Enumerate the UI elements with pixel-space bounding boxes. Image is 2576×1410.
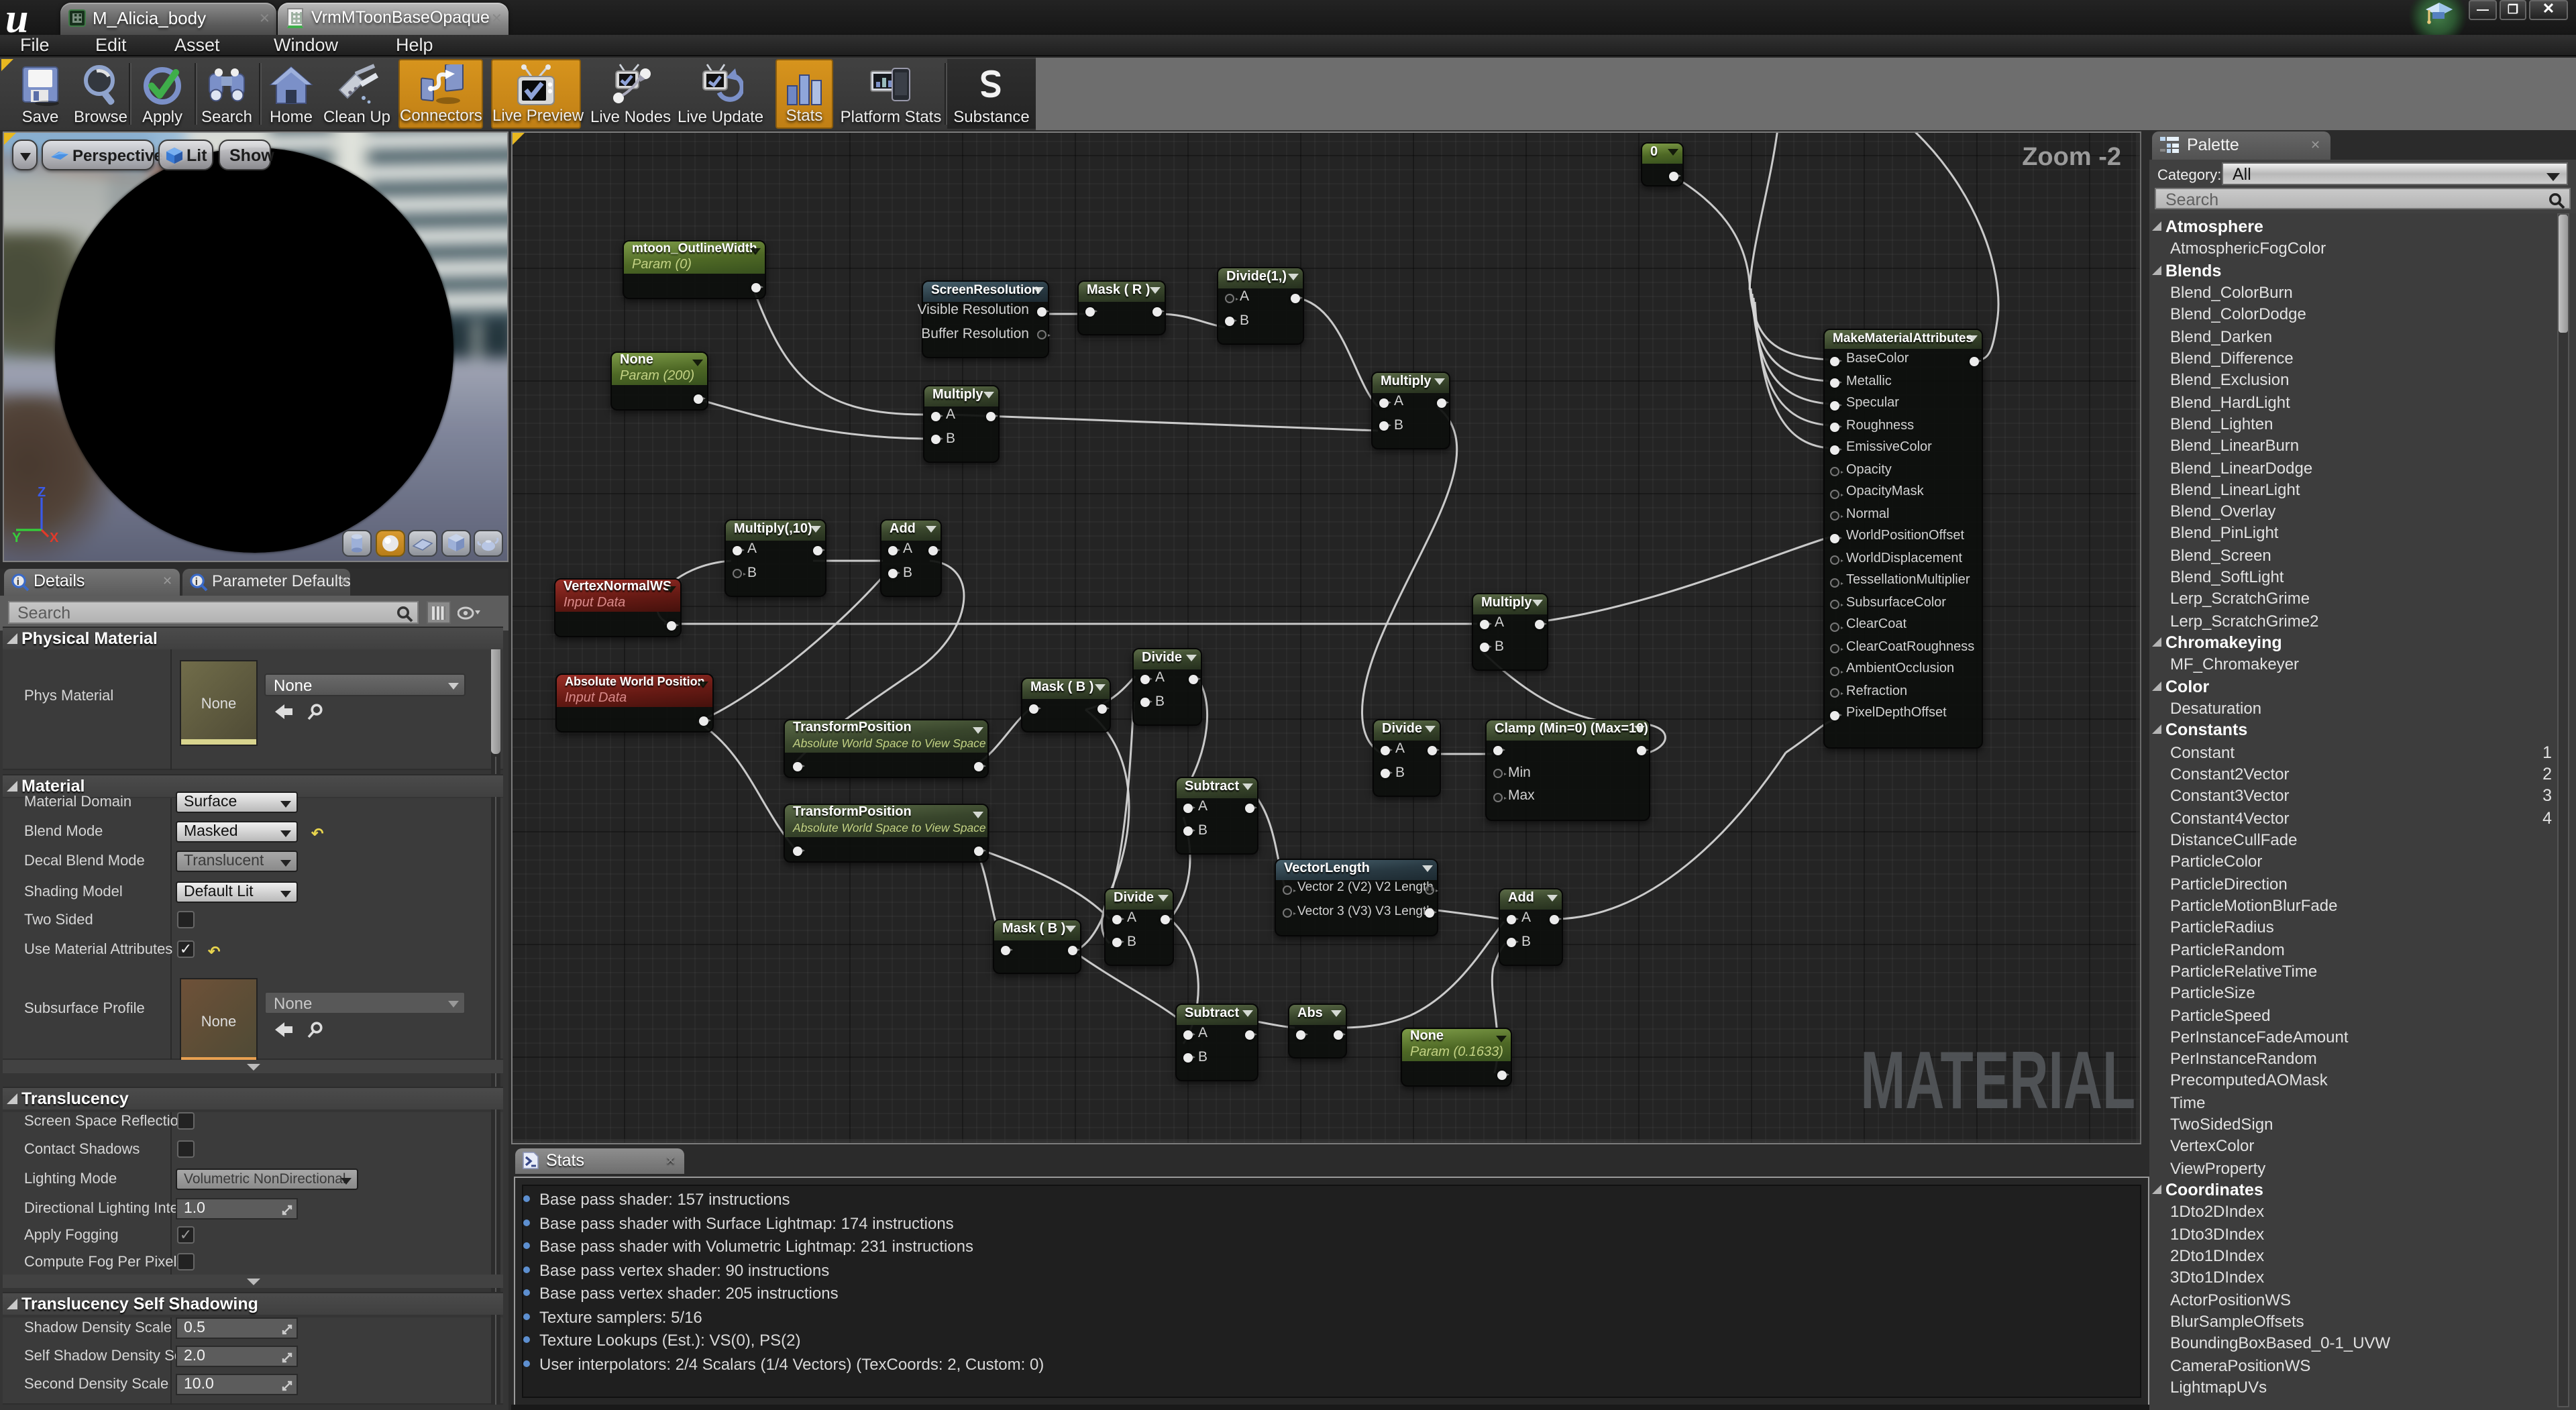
svg-text:i: i [195, 576, 198, 588]
svg-text:u: u [5, 0, 28, 35]
svg-text:X: X [50, 531, 59, 543]
svg-text:Y: Y [12, 531, 21, 543]
svg-text:i: i [17, 576, 19, 588]
svg-text:Z: Z [38, 487, 46, 500]
